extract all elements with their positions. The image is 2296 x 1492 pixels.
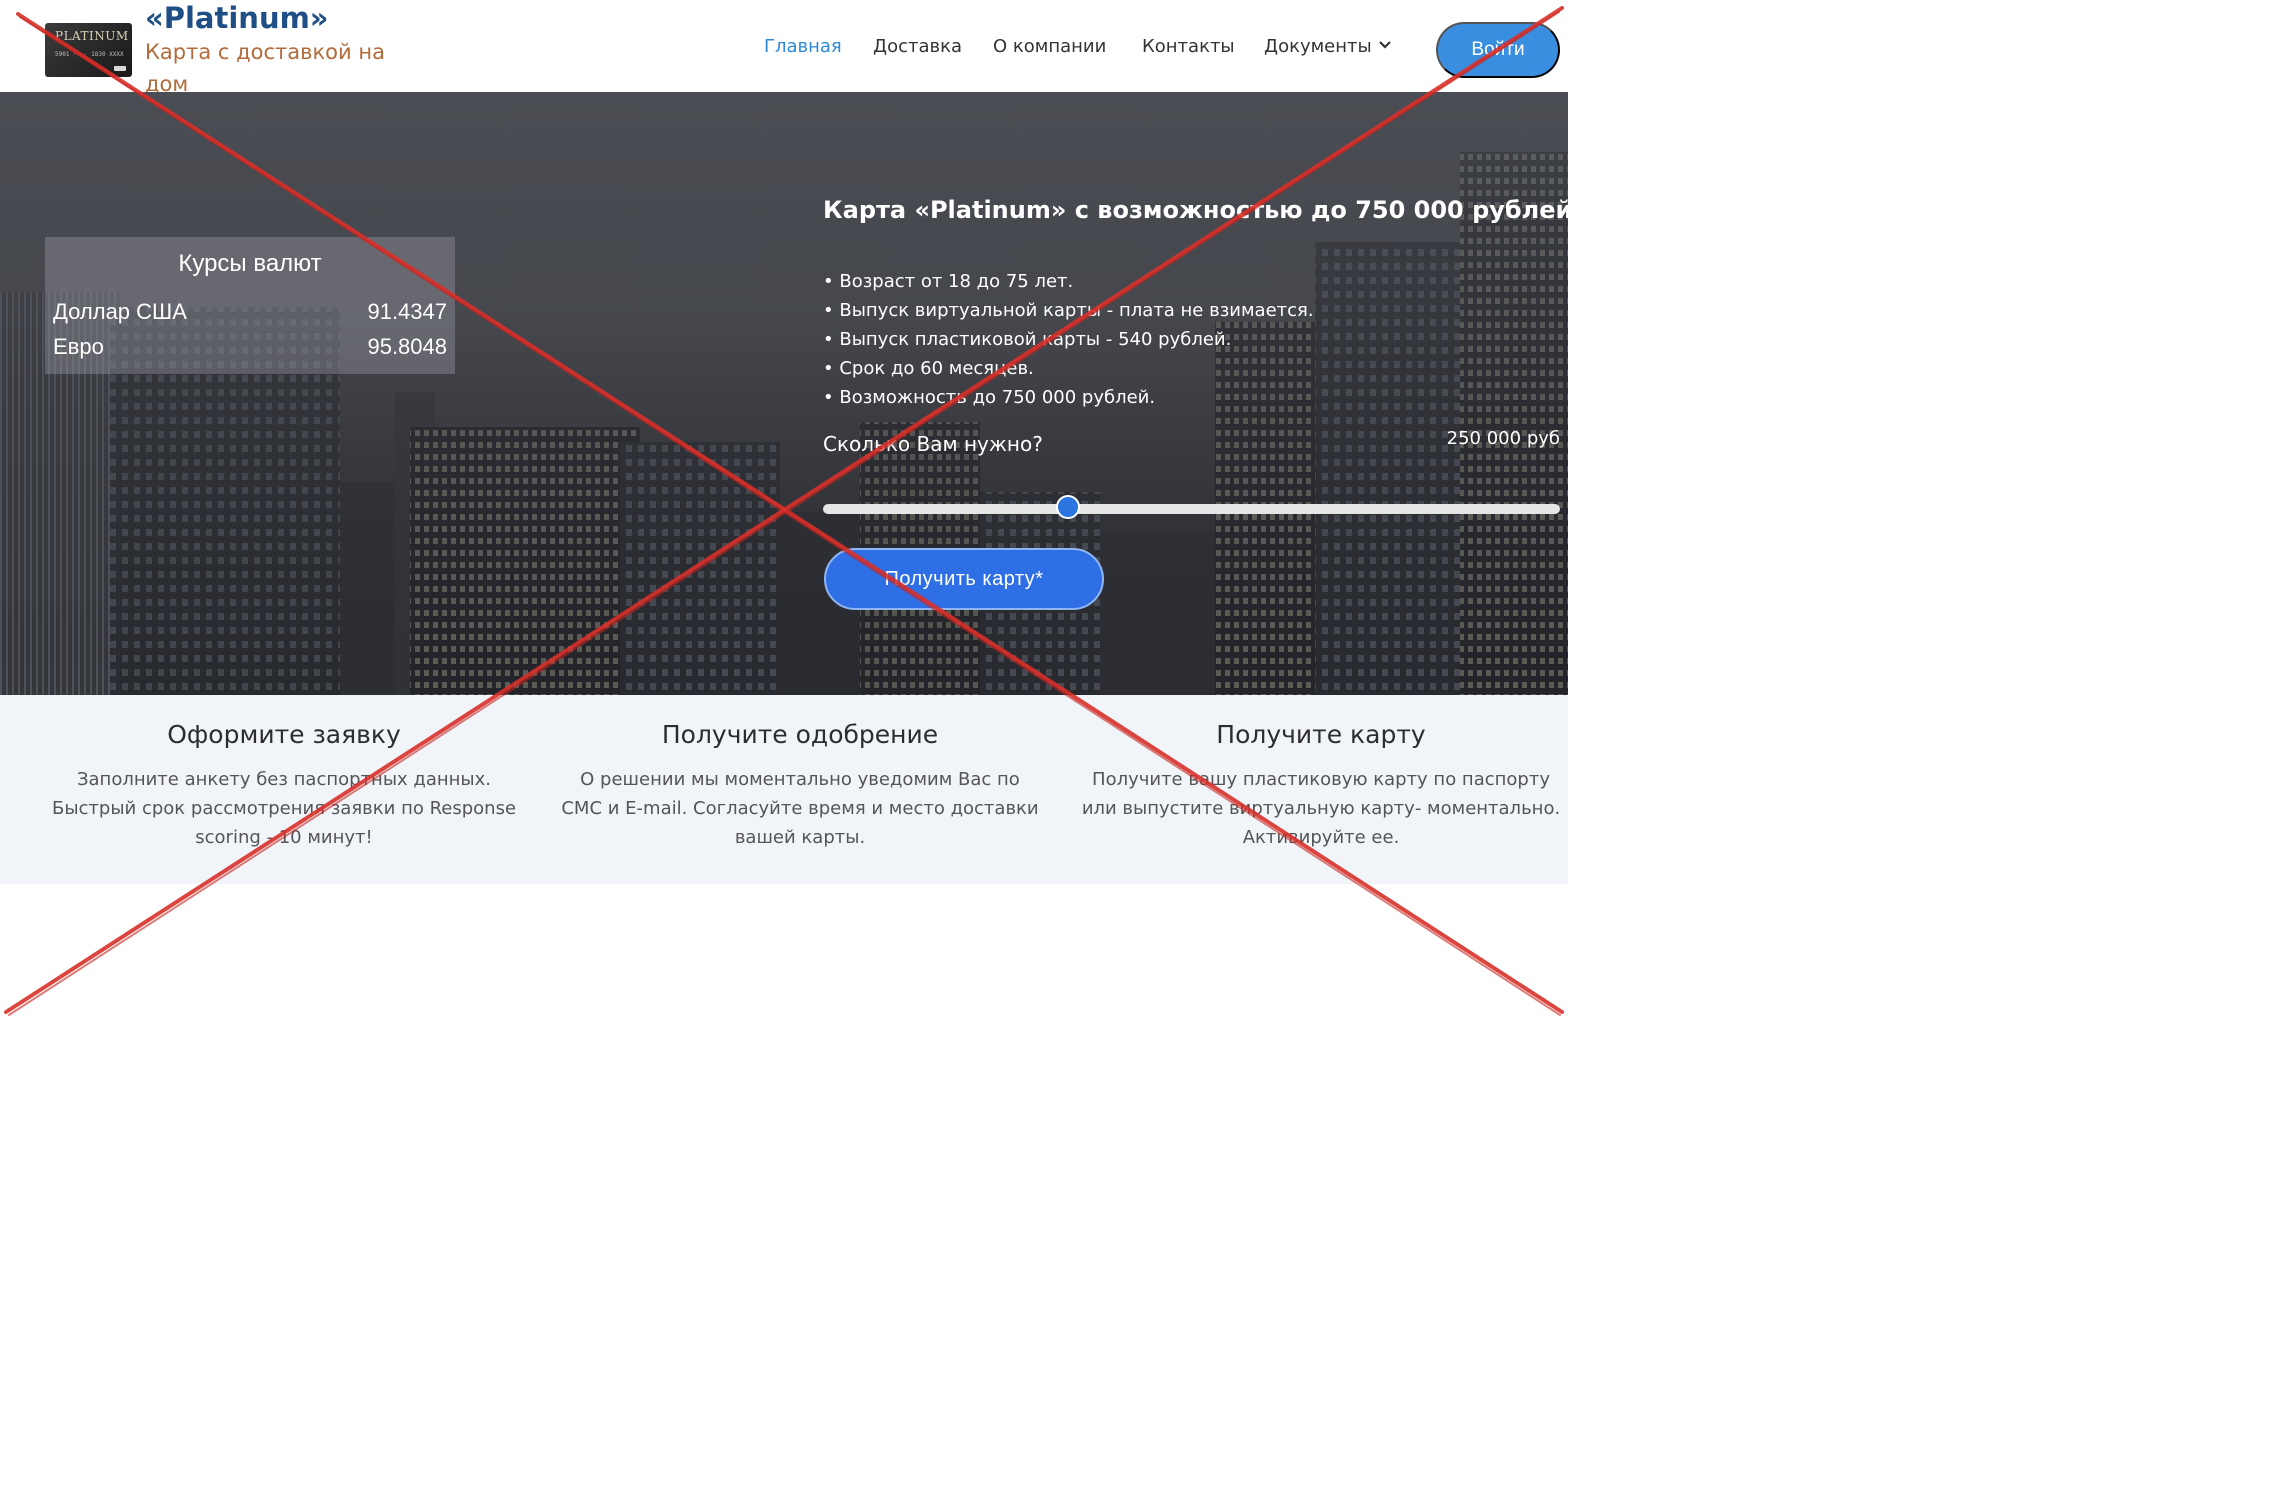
rate-value-eur: 95.8048	[367, 334, 447, 359]
amount-slider-track[interactable]	[823, 504, 1560, 514]
step-text: Заполните анкету без паспортных данных. …	[51, 769, 517, 848]
offer-feature: • Выпуск пластиковой карты - 540 рублей.	[823, 329, 1232, 350]
offer-features-list: • Возраст от 18 до 75 лет. • Выпуск вирт…	[823, 267, 1314, 412]
step-text: Получите вашу пластиковую карту по паспо…	[1081, 769, 1561, 848]
offer-feature: • Срок до 60 месяцев.	[823, 358, 1034, 379]
step-card: Получите одобрение О решении мы моментал…	[560, 695, 1040, 884]
login-button[interactable]: Войти	[1436, 22, 1560, 78]
nav-item-documents[interactable]: Документы	[1264, 36, 1372, 57]
rates-title: Курсы валют	[178, 250, 322, 277]
nav-item-home[interactable]: Главная	[764, 36, 842, 57]
steps-section: Оформите заявку Заполните анкету без пас…	[0, 695, 1568, 884]
offer-feature: • Возраст от 18 до 75 лет.	[823, 271, 1074, 292]
hero-section: Курсы валют Доллар США 91.4347 Евро 95.8…	[0, 92, 1568, 695]
brand-title[interactable]: «Platinum»	[145, 1, 329, 35]
chevron-down-icon[interactable]	[1379, 40, 1391, 50]
step-title: Оформите заявку	[167, 720, 401, 749]
rate-row: Евро 95.8048	[53, 334, 447, 364]
get-card-button[interactable]: Получить карту*	[824, 548, 1104, 610]
offer-title: Карта «Platinum» с возможностью до 750 0…	[823, 196, 1568, 224]
step-card: Оформите заявку Заполните анкету без пас…	[44, 695, 524, 884]
step-card: Получите карту Получите вашу пластиковую…	[1081, 695, 1561, 884]
currency-rates-widget: Курсы валют Доллар США 91.4347 Евро 95.8…	[45, 237, 455, 374]
step-title: Получите карту	[1216, 720, 1426, 749]
step-title: Получите одобрение	[661, 720, 939, 749]
offer-feature: • Выпуск виртуальной карты - плата не вз…	[823, 300, 1314, 321]
rate-value-usd: 91.4347	[367, 299, 447, 324]
site-header: PLATINUM 5901 ···· 1830 XXXX «Platinum» …	[0, 0, 1568, 96]
rate-name-eur: Евро	[53, 334, 104, 359]
step-text: О решении мы моментально уведомим Вас по…	[561, 769, 1039, 848]
amount-value: 250 000 руб	[1446, 428, 1560, 449]
nav-item-contacts[interactable]: Контакты	[1142, 36, 1235, 57]
rate-row: Доллар США 91.4347	[53, 299, 447, 329]
nav-item-about[interactable]: О компании	[993, 36, 1106, 57]
nav-item-delivery[interactable]: Доставка	[873, 36, 962, 57]
offer-feature: • Возможность до 750 000 рублей.	[823, 387, 1156, 408]
city-skyline-image	[0, 92, 1568, 695]
amount-question: Сколько Вам нужно?	[823, 432, 1043, 456]
rate-name-usd: Доллар США	[53, 299, 187, 324]
main-nav: Главная Доставка О компании Контакты Док…	[0, 36, 1568, 62]
card-brand-mark-icon	[114, 66, 126, 71]
